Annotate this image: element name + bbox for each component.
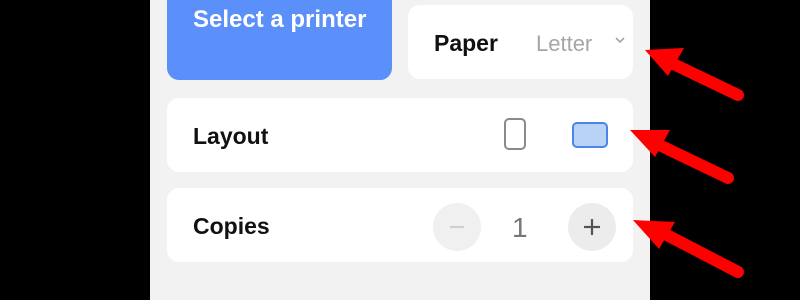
copies-label: Copies (193, 213, 270, 239)
decrease-copies-button[interactable] (433, 203, 481, 251)
plus-icon (584, 219, 600, 235)
layout-setting-card: Layout (167, 98, 633, 172)
chevron-down-icon[interactable] (615, 35, 625, 45)
select-printer-label: Select a printer (193, 6, 367, 33)
copies-setting-card: Copies 1 (167, 188, 633, 262)
red-arrow-icon (645, 48, 744, 101)
paper-label: Paper (434, 30, 498, 56)
increase-copies-button[interactable] (568, 203, 616, 251)
screenshot-stage: Select a printer Paper Letter Layout Cop… (0, 0, 800, 300)
paper-size-dropdown[interactable]: Letter (536, 31, 592, 57)
landscape-orientation-icon[interactable] (572, 122, 608, 148)
minus-icon (450, 225, 464, 229)
select-printer-button[interactable]: Select a printer (167, 0, 392, 80)
paper-setting-card[interactable]: Paper Letter (408, 5, 633, 79)
copies-count: 1 (512, 212, 528, 243)
layout-label: Layout (193, 123, 269, 149)
portrait-orientation-icon[interactable] (504, 118, 526, 150)
